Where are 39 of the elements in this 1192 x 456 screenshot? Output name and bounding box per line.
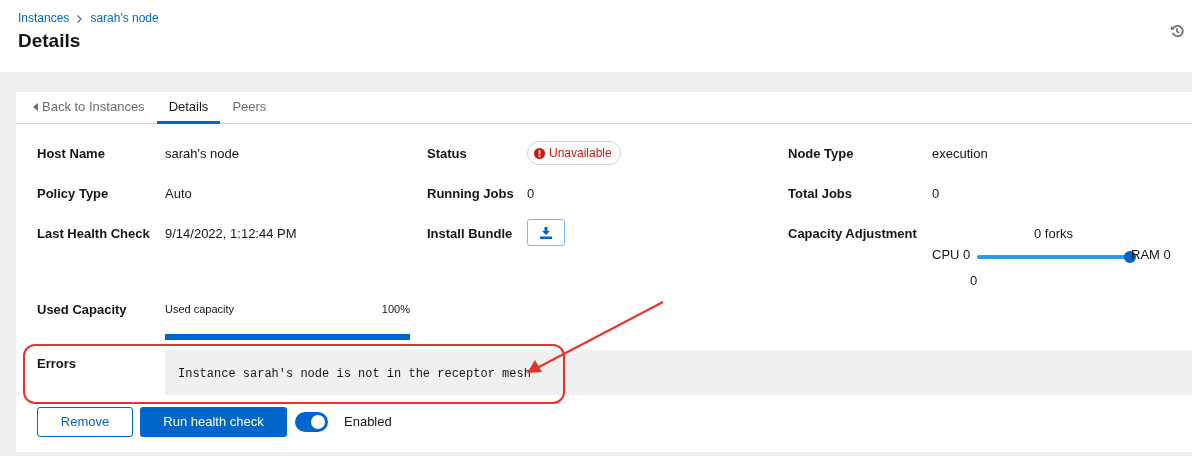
progress-label: Used capacity bbox=[165, 302, 235, 317]
field-value: Auto bbox=[165, 186, 192, 201]
field-label: Install Bundle bbox=[427, 225, 514, 243]
chevron-icon bbox=[77, 14, 83, 23]
slider-tick-label: 0 bbox=[970, 272, 978, 290]
slider-min-label: CPU 0 bbox=[932, 246, 971, 264]
field-label: Host Name bbox=[37, 145, 106, 163]
field-label: Last Health Check bbox=[37, 225, 151, 243]
page-title: Details bbox=[18, 30, 82, 53]
caret-icon bbox=[33, 102, 38, 111]
toggle-switch[interactable] bbox=[295, 411, 328, 432]
field-value: 9/14/2022, 1:12:44 PM bbox=[165, 226, 297, 241]
back-link[interactable]: Back to Instances bbox=[33, 92, 157, 124]
progress-value: 100% bbox=[381, 302, 410, 317]
field-label: Status bbox=[427, 145, 468, 163]
error-message: Instance sarah's node is not in the receptor mesh bbox=[165, 349, 1192, 395]
field-value: sarah's node bbox=[165, 146, 240, 161]
slider-max-label: RAM 0 bbox=[1131, 246, 1171, 264]
breadcrumb-link[interactable]: Instances bbox=[18, 9, 70, 27]
health-check-button[interactable]: Run health check bbox=[140, 406, 287, 437]
download-button[interactable] bbox=[527, 219, 565, 246]
field-label: Policy Type bbox=[37, 185, 110, 203]
field-value: 0 bbox=[932, 186, 940, 201]
field-value: 0 bbox=[527, 186, 535, 201]
slider-value: 0 forks bbox=[1034, 225, 1073, 243]
field-label: Errors bbox=[37, 354, 78, 373]
field-label: Node Type bbox=[788, 145, 855, 163]
field-label: Capacity Adjustment bbox=[788, 225, 918, 243]
field-label: Used Capacity bbox=[37, 301, 128, 319]
tab[interactable]: Details bbox=[156, 92, 221, 124]
breadcrumb-link[interactable]: sarah's node bbox=[90, 9, 159, 27]
toggle-label: Enabled bbox=[344, 412, 392, 431]
download-icon bbox=[540, 226, 552, 239]
tab[interactable]: Peers bbox=[220, 92, 279, 124]
field-label: Total Jobs bbox=[788, 185, 854, 203]
remove-button[interactable]: Remove bbox=[37, 406, 133, 437]
field-label: Running Jobs bbox=[427, 185, 515, 203]
error-icon bbox=[534, 147, 545, 159]
field-value: execution bbox=[932, 146, 988, 161]
